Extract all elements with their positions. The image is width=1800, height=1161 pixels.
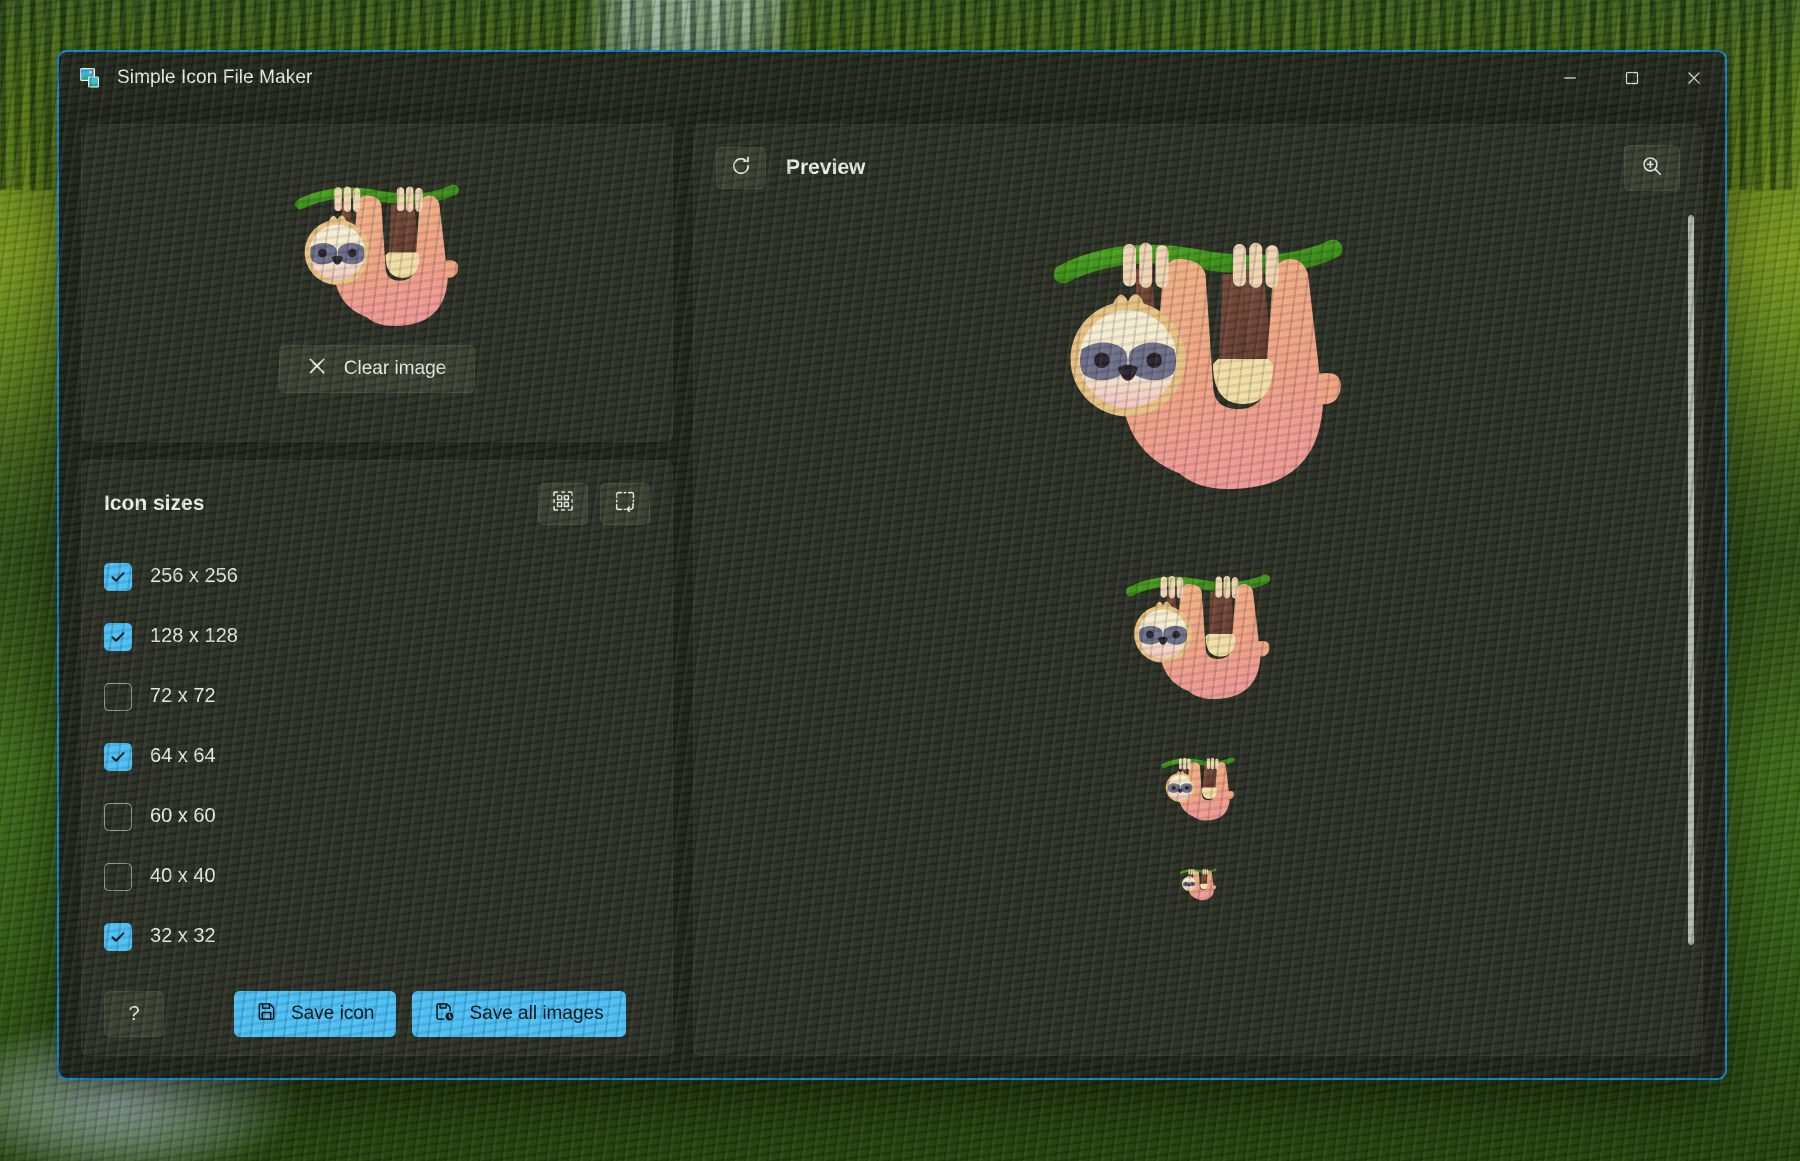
sloth-artwork xyxy=(295,184,459,326)
sloth-artwork xyxy=(1179,868,1217,901)
icon-size-row[interactable]: 72 x 72 xyxy=(104,667,650,727)
icon-sizes-header: Icon sizes xyxy=(82,461,672,533)
select-all-sizes-button[interactable] xyxy=(538,482,588,525)
floppy-disk-clock-icon xyxy=(434,1001,455,1028)
refresh-icon xyxy=(729,154,753,183)
icon-size-row[interactable]: 64 x 64 xyxy=(104,727,650,787)
icon-size-checkbox[interactable] xyxy=(104,802,132,831)
save-icon-label: Save icon xyxy=(291,1003,375,1024)
icon-size-label: 32 x 32 xyxy=(150,925,216,948)
window-controls xyxy=(1539,52,1725,104)
desktop-wallpaper: Simple Icon File Maker Clear image Icon … xyxy=(0,0,1800,1161)
sloth-artwork xyxy=(1053,239,1343,489)
dashed-selection-arrow-icon xyxy=(614,490,636,517)
preview-item xyxy=(694,564,1702,752)
icon-size-checkbox[interactable] xyxy=(104,682,132,711)
icon-size-label: 60 x 60 xyxy=(150,805,216,828)
icon-size-checkbox[interactable] xyxy=(104,622,132,651)
custom-size-button[interactable] xyxy=(600,482,650,525)
grid-select-icon xyxy=(552,490,574,517)
maximize-button[interactable] xyxy=(1601,52,1663,104)
icon-size-checkbox[interactable] xyxy=(104,562,132,591)
icon-sizes-list: 256 x 256 128 x 128 72 x 72 64 x 64 60 x… xyxy=(82,533,672,972)
icon-sizes-footer: ? Save icon Save all images xyxy=(82,972,672,1055)
checkmark-icon xyxy=(111,931,125,942)
left-column: Clear image Icon sizes 256 x 256 128 x 1… xyxy=(81,124,673,1056)
icon-size-row[interactable]: 128 x 128 xyxy=(104,607,650,667)
icon-size-label: 72 x 72 xyxy=(150,685,216,708)
icon-sizes-panel: Icon sizes 256 x 256 128 x 128 72 x 72 6… xyxy=(81,459,673,1056)
help-label: ? xyxy=(128,1002,140,1025)
preview-title: Preview xyxy=(786,156,866,179)
preview-item xyxy=(694,752,1702,866)
checkmark-icon xyxy=(111,751,125,762)
sloth-artwork xyxy=(1125,574,1271,699)
help-button[interactable]: ? xyxy=(104,991,164,1037)
title-bar[interactable]: Simple Icon File Maker xyxy=(59,52,1725,104)
magnifier-plus-icon xyxy=(1640,154,1664,183)
checkmark-icon xyxy=(111,571,125,582)
clear-image-label: Clear image xyxy=(343,357,447,379)
preview-item xyxy=(694,866,1702,942)
sloth-artwork xyxy=(1161,757,1235,821)
icon-size-checkbox[interactable] xyxy=(104,862,132,891)
icon-size-checkbox[interactable] xyxy=(104,742,132,771)
icon-sizes-title: Icon sizes xyxy=(104,491,205,515)
icon-sizes-tools xyxy=(538,482,650,525)
save-all-images-button[interactable]: Save all images xyxy=(412,991,626,1037)
source-image-panel[interactable]: Clear image xyxy=(81,124,673,442)
icon-size-row[interactable]: 60 x 60 xyxy=(104,787,650,847)
app-window: Simple Icon File Maker Clear image Icon … xyxy=(57,50,1727,1080)
checkmark-icon xyxy=(111,631,125,642)
window-body: Clear image Icon sizes 256 x 256 128 x 1… xyxy=(59,104,1725,1078)
icon-size-row[interactable]: 256 x 256 xyxy=(104,547,650,607)
save-icon-button[interactable]: Save icon xyxy=(234,991,397,1037)
icon-size-label: 128 x 128 xyxy=(150,625,238,648)
preview-scrollbar[interactable] xyxy=(1688,215,1694,945)
icon-size-row[interactable]: 40 x 40 xyxy=(104,847,650,907)
preview-header: Preview xyxy=(694,125,1702,201)
icon-size-label: 64 x 64 xyxy=(150,745,216,768)
icon-size-label: 256 x 256 xyxy=(150,565,238,588)
save-all-images-label: Save all images xyxy=(469,1003,604,1024)
minimize-button[interactable] xyxy=(1539,52,1601,104)
preview-item xyxy=(694,219,1702,564)
icon-size-row[interactable]: 32 x 32 xyxy=(104,907,650,967)
window-title: Simple Icon File Maker xyxy=(117,67,313,88)
icon-size-checkbox[interactable] xyxy=(104,922,132,951)
refresh-preview-button[interactable] xyxy=(716,147,766,189)
zoom-in-button[interactable] xyxy=(1624,145,1680,191)
preview-panel: Preview xyxy=(693,124,1703,1056)
clear-image-button[interactable]: Clear image xyxy=(278,344,476,393)
app-icon xyxy=(79,67,101,89)
close-button[interactable] xyxy=(1663,52,1725,104)
icon-size-label: 40 x 40 xyxy=(150,865,216,888)
floppy-disk-icon xyxy=(256,1001,277,1028)
preview-scroll-area[interactable] xyxy=(694,201,1702,1055)
source-image-thumbnail xyxy=(292,173,462,326)
close-x-icon xyxy=(308,357,326,381)
